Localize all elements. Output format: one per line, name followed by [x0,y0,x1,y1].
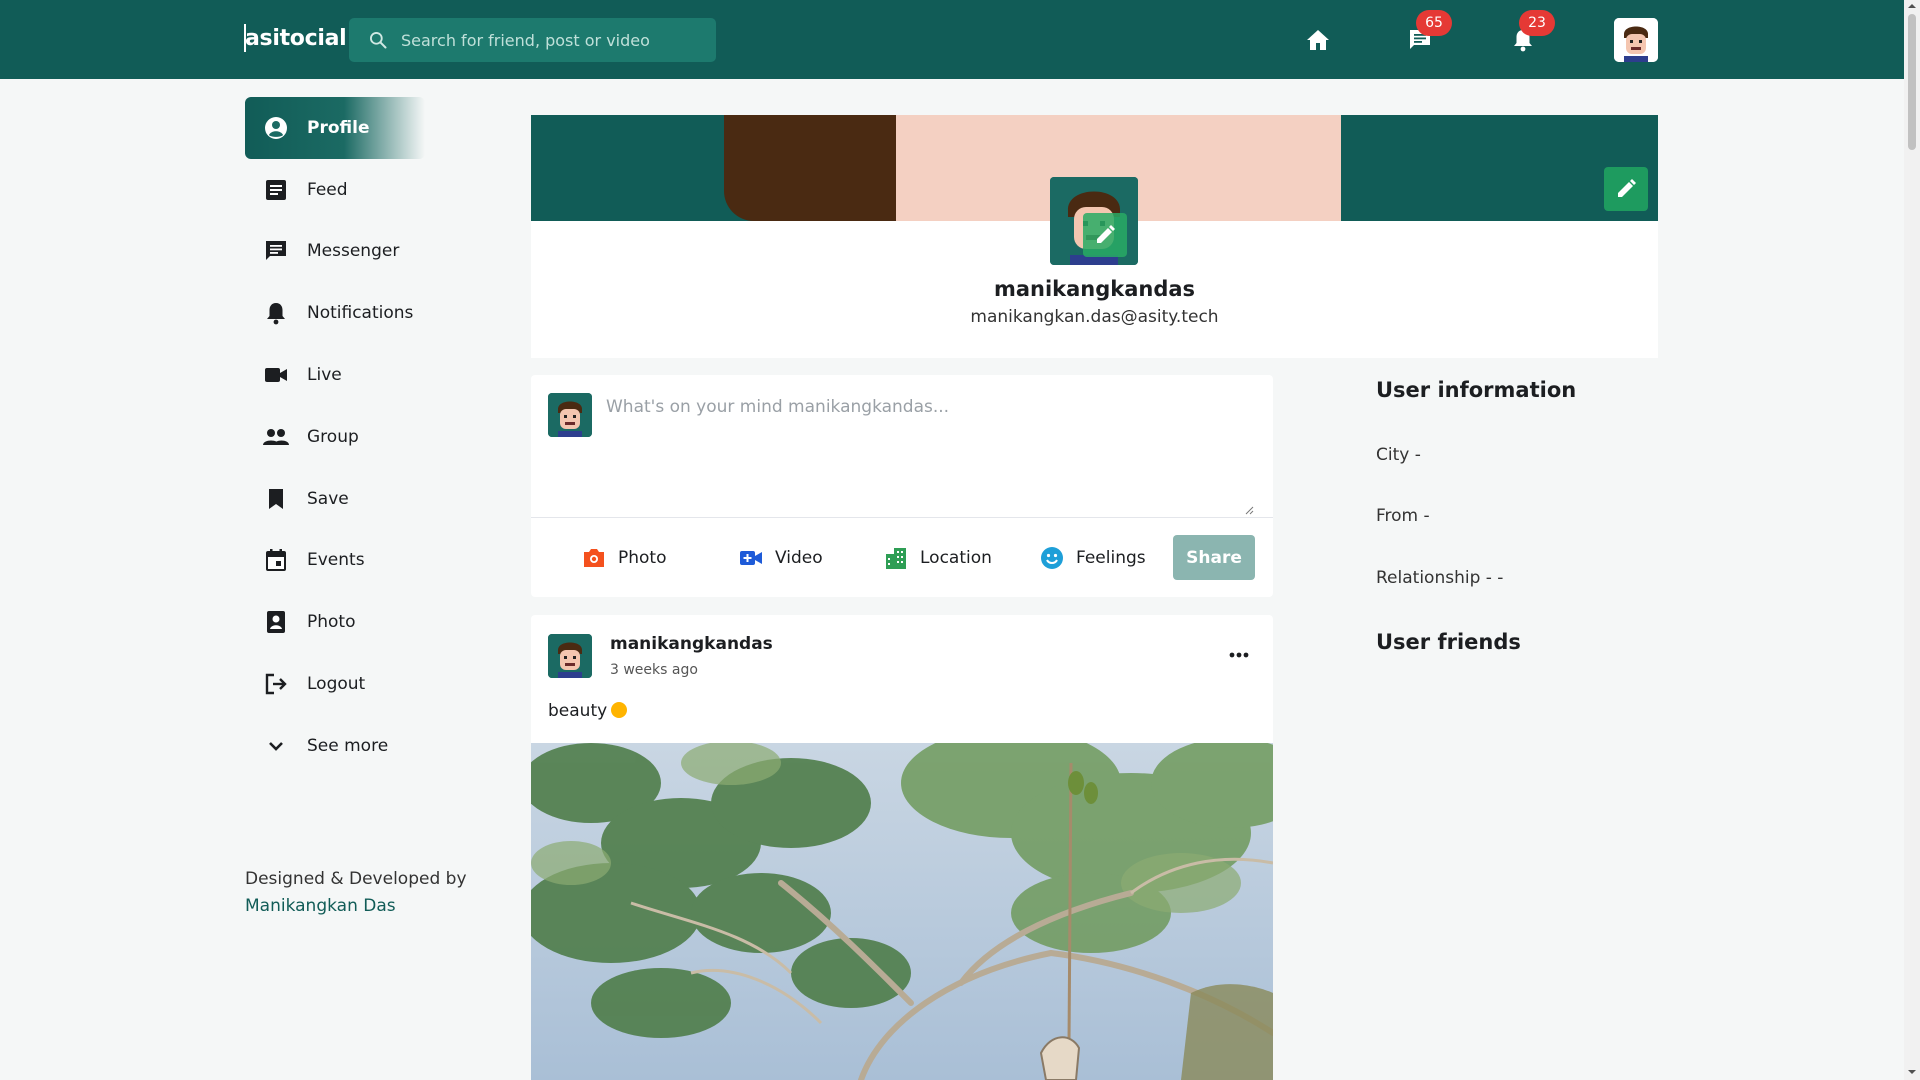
user-avatar[interactable] [1614,18,1658,62]
notifications-badge: 23 [1519,10,1555,36]
post-author-avatar[interactable] [548,634,592,678]
share-button[interactable]: Share [1173,535,1255,580]
post-author-name[interactable]: manikangkandas [610,634,773,654]
article-icon [261,179,291,201]
sidebar-item-messenger[interactable]: Messenger [245,220,425,282]
composer-avatar [548,393,592,437]
search-icon [370,32,387,49]
post-image[interactable] [531,743,1273,1080]
account-circle-icon [261,116,291,140]
post-text-content: beauty [548,701,608,721]
tree-painting-image [531,743,1273,1080]
page-scrollbar[interactable] [1904,0,1920,1080]
sidebar-item-notifications[interactable]: Notifications [245,282,425,344]
brand-logo[interactable]: asitocial [245,26,347,51]
profile-name: manikangkandas [993,277,1196,301]
sidebar-item-see-more[interactable]: See more [245,715,425,777]
search-input[interactable] [401,18,701,62]
sidebar-item-label: Profile [307,118,370,138]
post-composer: Photo Video Location Feelings Share [531,375,1273,597]
credit-author-link[interactable]: Manikangkan Das [245,896,396,916]
avatar-image [1614,18,1658,62]
action-label: Feelings [1076,548,1146,568]
credit-line: Designed & Developed by [245,869,467,889]
video-action-button[interactable]: Video [739,536,823,580]
action-label: Video [775,548,823,568]
scroll-down-arrow-icon[interactable] [1908,1068,1916,1076]
user-information-title: User information [1376,378,1577,402]
user-city: City - [1376,445,1421,465]
sidebar-item-label: Group [307,427,359,447]
logout-icon [261,673,291,695]
sidebar-item-label: Messenger [307,241,400,261]
chat-icon [261,239,291,263]
sidebar-item-label: Events [307,550,365,570]
smile-icon [1041,547,1063,569]
messages-badge: 65 [1416,10,1452,36]
chevron-down-icon [261,741,291,751]
pencil-icon [1097,225,1115,243]
pencil-icon [1618,179,1636,197]
sidebar-item-label: Notifications [307,303,414,323]
post-card: manikangkandas 3 weeks ago beauty [531,615,1273,1080]
people-icon [261,428,291,446]
messages-button[interactable]: 65 [1400,10,1452,58]
edit-cover-button[interactable] [1604,167,1648,211]
avatar-image [548,393,592,437]
location-action-button[interactable]: Location [884,536,992,580]
scroll-up-arrow-icon[interactable] [1908,2,1916,10]
footer-credit: Designed & Developed by Manikangkan Das [245,866,467,920]
video-add-icon [740,551,762,565]
sidebar-item-profile[interactable]: Profile [245,97,425,159]
sidebar-item-live[interactable]: Live [245,344,425,406]
location-city-icon [886,548,906,569]
portrait-icon [261,610,291,634]
user-relationship: Relationship - - [1376,568,1504,588]
user-friends-title: User friends [1376,630,1521,654]
post-text: beauty [548,701,628,721]
home-button[interactable] [1298,22,1338,58]
edit-avatar-button[interactable] [1083,213,1127,257]
crying-emoji-icon [611,702,628,718]
post-timestamp: 3 weeks ago [610,662,698,678]
sidebar-item-label: See more [307,736,389,756]
sidebar-item-logout[interactable]: Logout [245,653,425,715]
home-icon [1307,30,1329,50]
search-bar[interactable] [349,18,716,62]
avatar-image [548,634,592,678]
more-horizontal-icon [1229,652,1249,658]
sidebar-item-events[interactable]: Events [245,529,425,591]
feelings-action-button[interactable]: Feelings [1040,536,1146,580]
action-label: Location [920,548,992,568]
sidebar-item-label: Save [307,489,349,509]
sidebar-item-label: Photo [307,612,356,632]
user-from: From - [1376,506,1430,526]
post-options-button[interactable] [1224,645,1254,665]
sidebar-item-label: Feed [307,180,348,200]
profile-email: manikangkan.das@asity.tech [970,307,1219,327]
sidebar-item-feed[interactable]: Feed [245,159,425,221]
resize-grip-icon[interactable] [1244,505,1254,515]
videocam-icon [261,366,291,384]
sidebar-item-save[interactable]: Save [245,468,425,530]
photo-action-button[interactable]: Photo [582,536,667,580]
calendar-icon [261,548,291,572]
post-textarea[interactable] [606,397,1256,515]
sidebar-item-photo[interactable]: Photo [245,591,425,653]
cover-hair-shape [724,115,896,221]
composer-divider [531,517,1273,518]
sidebar-item-label: Live [307,365,342,385]
action-label: Photo [618,548,667,568]
bookmark-icon [261,488,291,510]
notifications-button[interactable]: 23 [1503,10,1555,58]
scrollbar-thumb[interactable] [1908,14,1916,150]
camera-icon [584,549,604,567]
sidebar-item-label: Logout [307,674,366,694]
bell-icon [261,301,291,325]
sidebar-item-group[interactable]: Group [245,406,425,468]
